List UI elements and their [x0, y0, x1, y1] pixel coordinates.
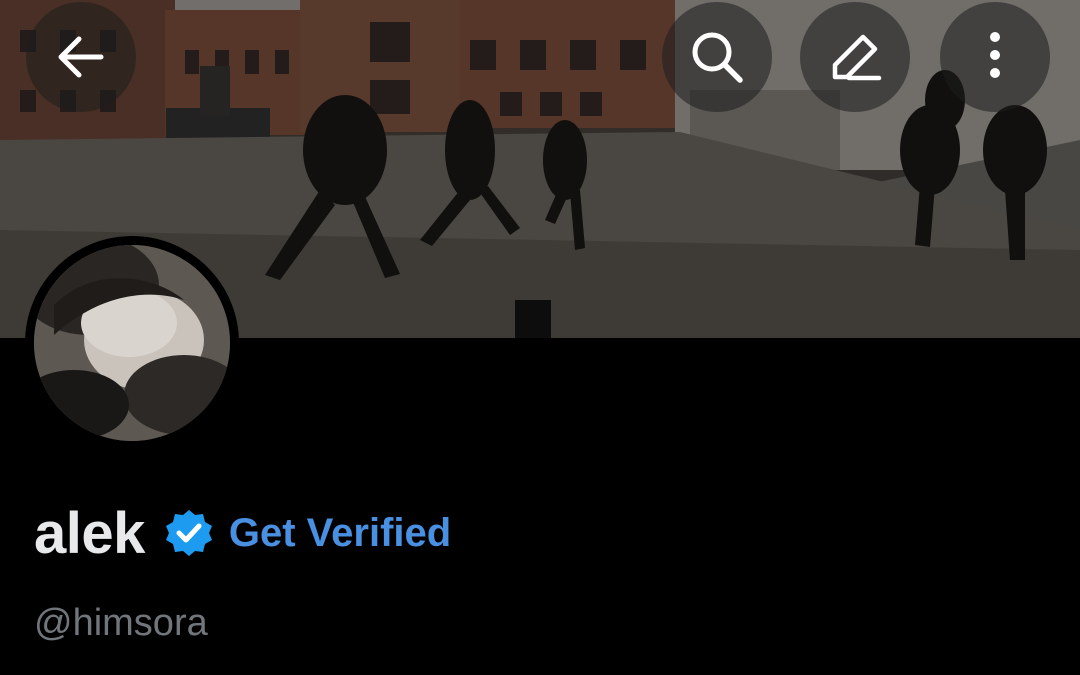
arrow-left-icon: [58, 36, 104, 78]
pencil-icon: [832, 34, 882, 81]
search-button[interactable]: [662, 2, 772, 112]
back-button[interactable]: [26, 2, 136, 112]
display-name: alek: [34, 500, 145, 566]
more-vertical-icon: [990, 32, 1000, 78]
verified-badge-icon[interactable]: [163, 507, 215, 559]
get-verified-link[interactable]: Get Verified: [229, 511, 451, 556]
avatar-image: [34, 245, 230, 441]
user-handle: @himsora: [34, 602, 208, 644]
more-options-button[interactable]: [940, 2, 1050, 112]
profile-name-row: alek Get Verified: [34, 498, 451, 568]
avatar[interactable]: [25, 236, 239, 450]
edit-button[interactable]: [800, 2, 910, 112]
search-icon: [692, 32, 743, 83]
